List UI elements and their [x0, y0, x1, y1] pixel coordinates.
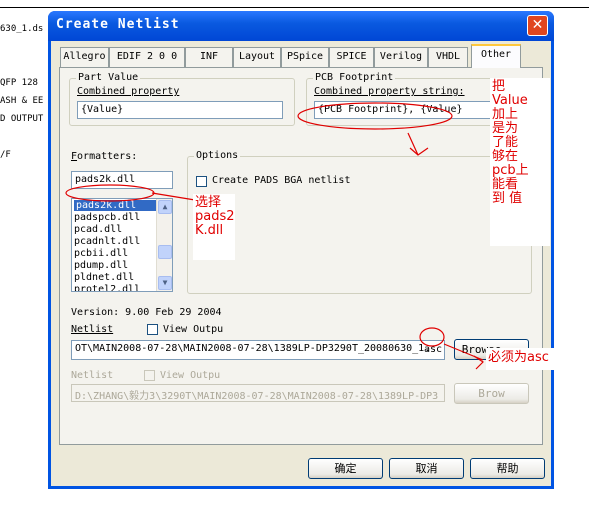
pads2k-ellipse	[65, 184, 155, 202]
annotation-line: pads2	[195, 209, 235, 224]
annotation-line: 是为	[492, 121, 519, 136]
note-annotation: 把 Value 加上 是为 了能 够在 pcb上 能看 到 值	[490, 78, 550, 246]
annotation-line: 选择	[195, 195, 222, 210]
note-arrow	[407, 132, 419, 156]
must-annotation: 必须为asc	[486, 348, 568, 370]
annotation-line: 到 值	[492, 191, 523, 206]
annotation-line: 够在	[492, 149, 519, 164]
annotation-line: 加上	[492, 107, 519, 122]
asc-ellipse	[419, 327, 445, 347]
annotation-line: K.dll	[195, 223, 224, 238]
select-annotation: 选择 pads2 K.dll	[193, 194, 235, 260]
note-arrow-head	[409, 147, 429, 156]
annotation-line: 把	[492, 79, 506, 94]
select-arrow	[151, 192, 196, 201]
footprint-ellipse	[297, 102, 453, 130]
annotation-line: pcb上	[492, 163, 529, 178]
annotation-line: 能看	[492, 177, 519, 192]
annotation-line: 了能	[492, 135, 519, 150]
annotation-line: Value	[492, 93, 528, 108]
tab-other[interactable]: Other	[471, 44, 521, 68]
